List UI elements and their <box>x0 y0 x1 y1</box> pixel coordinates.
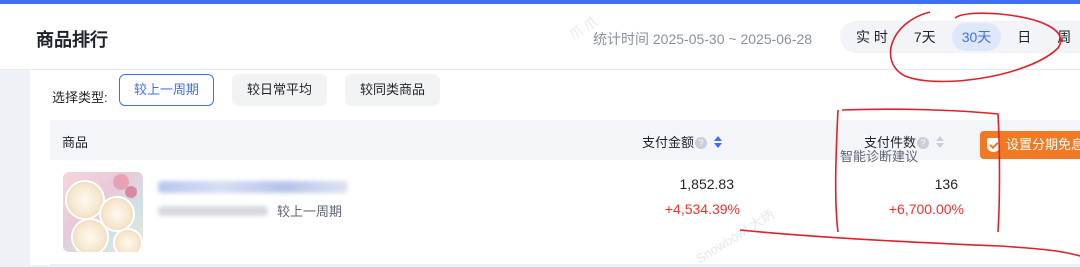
pay-amount-change: +4,534.39% <box>664 201 740 217</box>
product-id-blurred <box>158 206 268 216</box>
product-title-blurred[interactable] <box>158 181 348 193</box>
sort-icon[interactable] <box>935 136 945 148</box>
banner-label: 设置分期免息 <box>1006 137 1080 152</box>
help-icon[interactable]: ? <box>917 137 930 149</box>
stat-time-range: 统计时间 2025-05-30 ~ 2025-06-28 <box>593 31 813 47</box>
thumb-flower <box>125 186 137 198</box>
tab-realtime[interactable]: 实 时 <box>846 23 898 51</box>
shield-check-icon <box>987 138 1000 152</box>
sort-icon[interactable] <box>713 136 723 148</box>
tab-day[interactable]: 日 <box>1007 23 1041 51</box>
column-header-pay-amount[interactable]: 支付金额? <box>642 132 723 151</box>
product-thumbnail[interactable] <box>63 172 143 252</box>
page: 商品排行 统计时间 2025-05-30 ~ 2025-06-28 实 时 7天… <box>0 4 1080 266</box>
tab-7-days[interactable]: 7天 <box>904 23 946 51</box>
section-header: 商品排行 统计时间 2025-05-30 ~ 2025-06-28 实 时 7天… <box>0 4 1080 70</box>
smart-diagnosis-link[interactable]: 智能诊断建议 <box>840 146 918 165</box>
compare-period-label: 较上一周期 <box>277 204 343 219</box>
installment-interest-free-banner[interactable]: 设置分期免息 <box>980 131 1080 159</box>
column-header-pay-amount-label: 支付金额 <box>642 135 695 150</box>
filter-type-label: 选择类型: <box>52 90 108 105</box>
time-range-tabs: 实 时 7天 30天 日 周 <box>840 21 1080 53</box>
table-row[interactable]: 较上一周期 1,852.83 +4,534.39% 136 +6,700.00%… <box>50 160 1080 266</box>
page-title: 商品排行 <box>36 30 108 50</box>
tab-week[interactable]: 周 <box>1047 23 1080 51</box>
filter-daily-average-button[interactable]: 较日常平均 <box>232 74 328 106</box>
ranking-card: 选择类型: 较上一周期 较日常平均 较同类商品 商品 支付金额? 支付件数? 商 <box>30 70 1080 266</box>
column-header-product: 商品 <box>62 135 89 150</box>
pay-amount-value: 1,852.83 <box>679 176 735 192</box>
pay-count-value: 136 <box>934 176 958 192</box>
pay-count-change: +6,700.00% <box>888 201 964 217</box>
table-header: 商品 支付金额? 支付件数? 商 <box>50 120 1080 160</box>
help-icon[interactable]: ? <box>695 137 708 149</box>
tab-30-days[interactable]: 30天 <box>951 23 1002 51</box>
filter-similar-products-button[interactable]: 较同类商品 <box>345 74 441 106</box>
filter-prev-period-button[interactable]: 较上一周期 <box>119 74 215 106</box>
thumb-plate <box>113 228 143 252</box>
thumb-plate <box>71 218 109 252</box>
